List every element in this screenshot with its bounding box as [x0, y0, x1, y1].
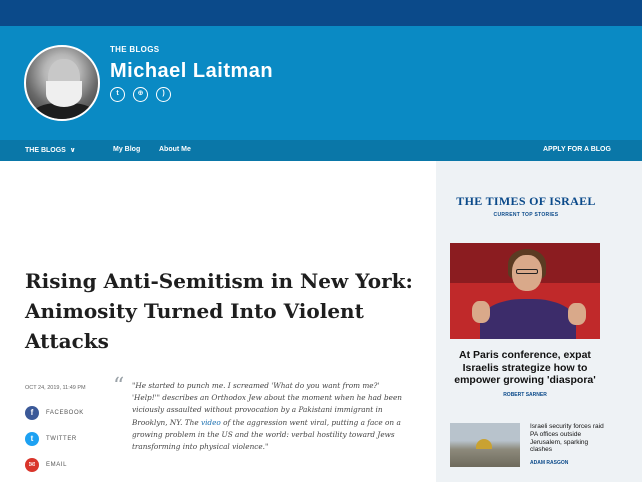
second-story-byline[interactable]: ADAM RASGON [530, 460, 568, 466]
top-bar [0, 0, 642, 26]
website-icon[interactable]: ⊕ [133, 87, 148, 102]
share-twitter-label: TWITTER [46, 436, 77, 442]
share-email[interactable]: ✉ EMAIL [25, 458, 67, 472]
email-icon: ✉ [25, 458, 39, 472]
second-story-image[interactable] [450, 423, 520, 467]
nav-about-me[interactable]: About Me [159, 146, 191, 153]
share-facebook-label: FACEBOOK [46, 410, 84, 416]
twitter-icon[interactable]: t [110, 87, 125, 102]
share-facebook[interactable]: f FACEBOOK [25, 406, 84, 420]
facebook-icon: f [25, 406, 39, 420]
top-story-title[interactable]: At Paris conference, expat Israelis stra… [450, 349, 600, 387]
second-story-title[interactable]: Israeli security forces raid PA offices … [530, 423, 610, 454]
author-social-links: t ⊕ ) [110, 87, 171, 102]
blog-header: THE BLOGS Michael Laitman t ⊕ ) [0, 26, 642, 140]
top-story-image[interactable] [450, 243, 600, 339]
section-label[interactable]: THE BLOGS [110, 45, 159, 54]
chevron-down-icon: ∨ [69, 147, 76, 154]
quote-mark-icon: “ [113, 374, 125, 399]
blog-nav: THE BLOGS ∨ My Blog About Me APPLY FOR A … [0, 140, 642, 161]
video-link[interactable]: video [201, 418, 221, 427]
sidebar-top-stories: THE TIMES OF ISRAEL CURRENT TOP STORIES … [436, 161, 642, 482]
apply-for-blog-link[interactable]: APPLY FOR A BLOG [543, 146, 611, 153]
article-lead-quote: "He started to punch me. I screamed 'Wha… [132, 381, 402, 452]
nav-my-blog[interactable]: My Blog [113, 146, 140, 153]
nav-the-blogs[interactable]: THE BLOGS ∨ [25, 146, 76, 154]
times-of-israel-logo[interactable]: THE TIMES OF ISRAEL [436, 194, 616, 209]
share-twitter[interactable]: t TWITTER [25, 432, 77, 446]
top-stories-label: CURRENT TOP STORIES [493, 212, 559, 218]
rss-icon[interactable]: ) [156, 87, 171, 102]
article-date: OCT 24, 2019, 11:49 PM [25, 385, 86, 391]
article-title: Rising Anti-Semitism in New York: Animos… [25, 269, 413, 353]
share-email-label: EMAIL [46, 462, 68, 468]
twitter-icon: t [25, 432, 39, 446]
author-avatar[interactable] [24, 45, 100, 121]
top-story-byline[interactable]: ROBERT SARNER [450, 392, 600, 398]
author-name[interactable]: Michael Laitman [110, 60, 273, 83]
